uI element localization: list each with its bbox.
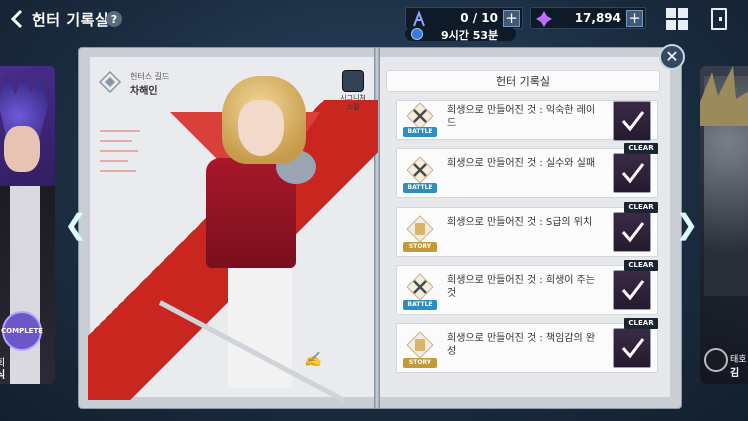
exit-door-icon[interactable] <box>711 8 727 30</box>
energy-add-button[interactable]: + <box>503 10 520 27</box>
quest-type-tag: BATTLE <box>403 127 437 137</box>
check-icon <box>621 222 645 243</box>
quest-item[interactable]: STORY 희생으로 만들어진 것 : 책임감의 완성 <box>396 323 658 373</box>
hunter-signature: ✍ <box>304 352 322 368</box>
grid-cell-icon <box>678 20 688 30</box>
gem-counter: 17,894 + <box>530 7 646 29</box>
quest-title: 희생으로 만들어진 것 : 희생이 주는 것 <box>447 275 596 299</box>
gem-value: 17,894 <box>574 11 621 25</box>
close-button[interactable]: ✕ <box>659 44 685 70</box>
clear-badge: CLEAR <box>624 260 658 271</box>
quest-item[interactable]: STORY 희생으로 만들어진 것 : S급의 위치 <box>396 207 658 257</box>
grid-cell-icon <box>666 20 676 30</box>
page-title: 헌터 기록실 <box>32 11 110 29</box>
book-story-icon <box>406 331 434 359</box>
check-icon <box>621 338 645 359</box>
quest-reward-slot[interactable] <box>613 101 651 141</box>
quest-reward-slot[interactable] <box>613 153 651 193</box>
text-decoration <box>100 170 136 172</box>
signature-skill-icon[interactable] <box>342 70 364 92</box>
quest-reward-slot[interactable] <box>613 270 651 310</box>
grid-cell-icon <box>678 8 688 18</box>
card-art-shirt <box>10 186 40 384</box>
quest-reward-slot[interactable] <box>613 212 651 252</box>
prev-hunter-card[interactable]: COMPLETE 회 식 <box>0 66 55 384</box>
quest-title: 희생으로 만들어진 것 : S급의 위치 <box>447 217 593 228</box>
guild-label: 헌터스 길드 <box>130 72 170 81</box>
panel-title: 헌터 기록실 <box>386 70 660 92</box>
text-decoration <box>100 150 138 152</box>
crossed-swords-icon <box>406 156 434 184</box>
quest-reward-slot[interactable] <box>613 328 651 368</box>
energy-figure-icon <box>413 10 425 27</box>
quest-title: 희생으로 만들어진 것 : 익숙한 레이드 <box>447 105 596 129</box>
energy-value: 0 / 10 <box>460 11 498 25</box>
character-face <box>238 100 284 156</box>
card-art-face <box>4 126 40 172</box>
back-button[interactable] <box>6 8 28 30</box>
gem-add-button[interactable]: + <box>626 10 643 27</box>
text-decoration <box>100 130 140 132</box>
hunter-name: 차해인 <box>130 86 158 97</box>
text-decoration <box>100 160 128 162</box>
next-hunter-name: 김 <box>730 368 740 379</box>
chevron-left-icon <box>10 9 23 29</box>
top-bar: 헌터 기록실 ? 0 / 10 + 17,894 + 9시간 53분 <box>0 0 748 44</box>
timer-text: 9시간 53분 <box>441 29 499 42</box>
quest-type-tag: BATTLE <box>403 300 437 310</box>
book-story-icon <box>406 215 434 243</box>
crossed-swords-icon <box>406 273 434 301</box>
help-button[interactable]: ? <box>106 11 122 27</box>
clear-badge: CLEAR <box>624 202 658 213</box>
quest-type-tag: STORY <box>403 242 437 252</box>
quest-type-tag: BATTLE <box>403 183 437 193</box>
complete-badge: COMPLETE <box>1 311 43 351</box>
quest-item[interactable]: BATTLE 희생으로 만들어진 것 : 실수와 실패 <box>396 148 658 198</box>
clear-badge: CLEAR <box>624 318 658 329</box>
energy-timer: 9시간 53분 <box>405 27 516 42</box>
quest-type-tag: STORY <box>403 358 437 368</box>
quest-title: 희생으로 만들어진 것 : 책임감의 완성 <box>447 333 596 357</box>
text-decoration <box>100 140 132 142</box>
quest-item[interactable]: BATTLE 희생으로 만들어진 것 : 익숙한 레이드 <box>396 100 658 141</box>
grid-cell-icon <box>666 8 676 18</box>
menu-grid-button[interactable] <box>666 8 688 30</box>
prev-hunter-name: 식 <box>0 370 6 381</box>
quest-title: 희생으로 만들어진 것 : 실수와 실패 <box>447 158 596 169</box>
check-icon <box>621 111 645 132</box>
clear-badge: CLEAR <box>624 143 658 154</box>
prev-arrow-icon[interactable]: ❮ <box>64 210 87 240</box>
guild-emblem-icon <box>704 348 728 372</box>
moon-clock-icon <box>411 28 423 40</box>
signature-skill-label: 시그니처 스킬 <box>340 94 366 111</box>
purple-crystal-icon <box>536 11 552 27</box>
next-hunter-card[interactable]: 태호 김 <box>700 66 748 384</box>
quest-item[interactable]: BATTLE 희생으로 만들어진 것 : 희생이 주는 것 <box>396 265 658 315</box>
check-icon <box>621 280 645 301</box>
next-arrow-icon[interactable]: ❯ <box>675 210 698 240</box>
energy-counter: 0 / 10 + <box>405 7 523 29</box>
check-icon <box>621 163 645 184</box>
guild-emblem-icon <box>98 70 122 94</box>
